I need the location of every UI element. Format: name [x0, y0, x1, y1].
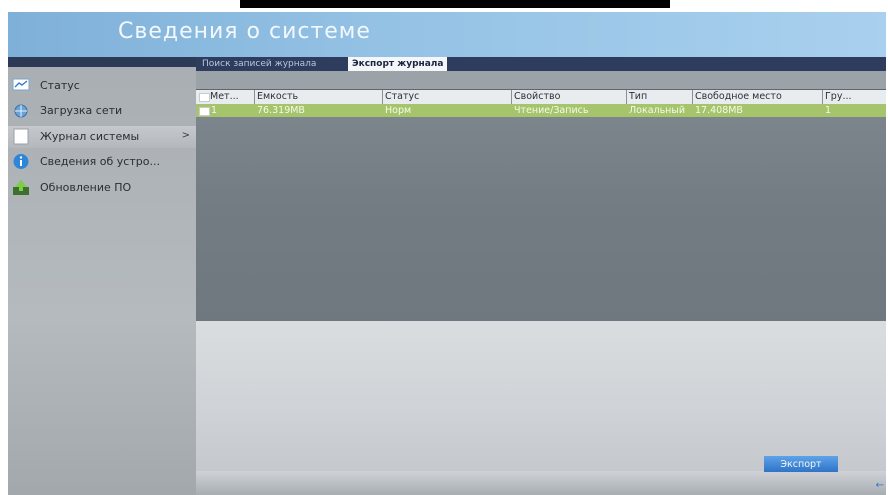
sidebar-item-log[interactable]: Журнал системы >	[8, 126, 196, 148]
column-header[interactable]: Статус	[382, 90, 509, 104]
table-row[interactable]: 1 76.319MB Норм Чтение/Запись Локальный …	[196, 104, 886, 117]
column-header[interactable]: Свободное место	[692, 90, 821, 104]
column-header[interactable]: Мет...	[208, 90, 252, 104]
sidebar-item-device-info[interactable]: Сведения об устро...	[8, 151, 196, 173]
title-bar: Сведения о системе	[8, 12, 886, 57]
chevron-right-icon: >	[181, 130, 190, 141]
table-cell: 1	[825, 105, 832, 116]
column-header[interactable]: Свойство	[511, 90, 626, 104]
tab-log-export[interactable]: Экспорт журнала	[348, 57, 448, 71]
table-cell: 76.319MB	[257, 105, 305, 116]
column-header[interactable]: Гру...	[822, 90, 855, 104]
sidebar-item-label: Обновление ПО	[40, 181, 132, 194]
sidebar-item-status[interactable]: Статус	[8, 75, 196, 97]
sidebar-top-strip	[8, 57, 196, 67]
window-title: Сведения о системе	[118, 19, 371, 44]
sidebar-item-label: Сведения об устро...	[40, 155, 160, 168]
log-icon	[13, 128, 29, 145]
sidebar-item-upgrade[interactable]: Обновление ПО	[8, 177, 196, 199]
table-cell: Чтение/Запись	[514, 105, 589, 116]
bottom-strip	[196, 471, 886, 495]
table-cell: 1	[211, 105, 218, 116]
sidebar-item-label: Загрузка сети	[40, 104, 123, 117]
main-panel: Поиск записей журнала Экспорт журнала Ме…	[196, 57, 886, 495]
table-cell: 17.408MB	[695, 105, 743, 116]
table-cell: Локальный	[629, 105, 686, 116]
network-icon	[14, 104, 28, 118]
table-cell: Норм	[385, 105, 412, 116]
app-window: Сведения о системе Статус Загрузка сети …	[8, 12, 886, 495]
status-icon	[12, 78, 30, 91]
content-lower-area	[196, 321, 886, 471]
disk-table: Мет... Емкость Статус Свойство Тип Свобо…	[196, 89, 886, 322]
sidebar-item-label: Статус	[40, 79, 80, 92]
sidebar-item-network[interactable]: Загрузка сети	[8, 100, 196, 122]
sidebar: Статус Загрузка сети Журнал системы > Св…	[8, 57, 196, 495]
info-icon	[13, 154, 29, 169]
export-button[interactable]: Экспорт	[764, 456, 838, 472]
tab-log-search[interactable]: Поиск записей журнала	[198, 57, 320, 71]
top-black-bar	[240, 0, 670, 8]
upgrade-icon	[13, 180, 29, 195]
column-header[interactable]: Емкость	[254, 90, 381, 104]
sidebar-item-label: Журнал системы	[40, 130, 140, 143]
arrow-left-icon: ←	[875, 480, 884, 491]
table-header: Мет... Емкость Статус Свойство Тип Свобо…	[196, 90, 886, 104]
column-header[interactable]: Тип	[626, 90, 693, 104]
